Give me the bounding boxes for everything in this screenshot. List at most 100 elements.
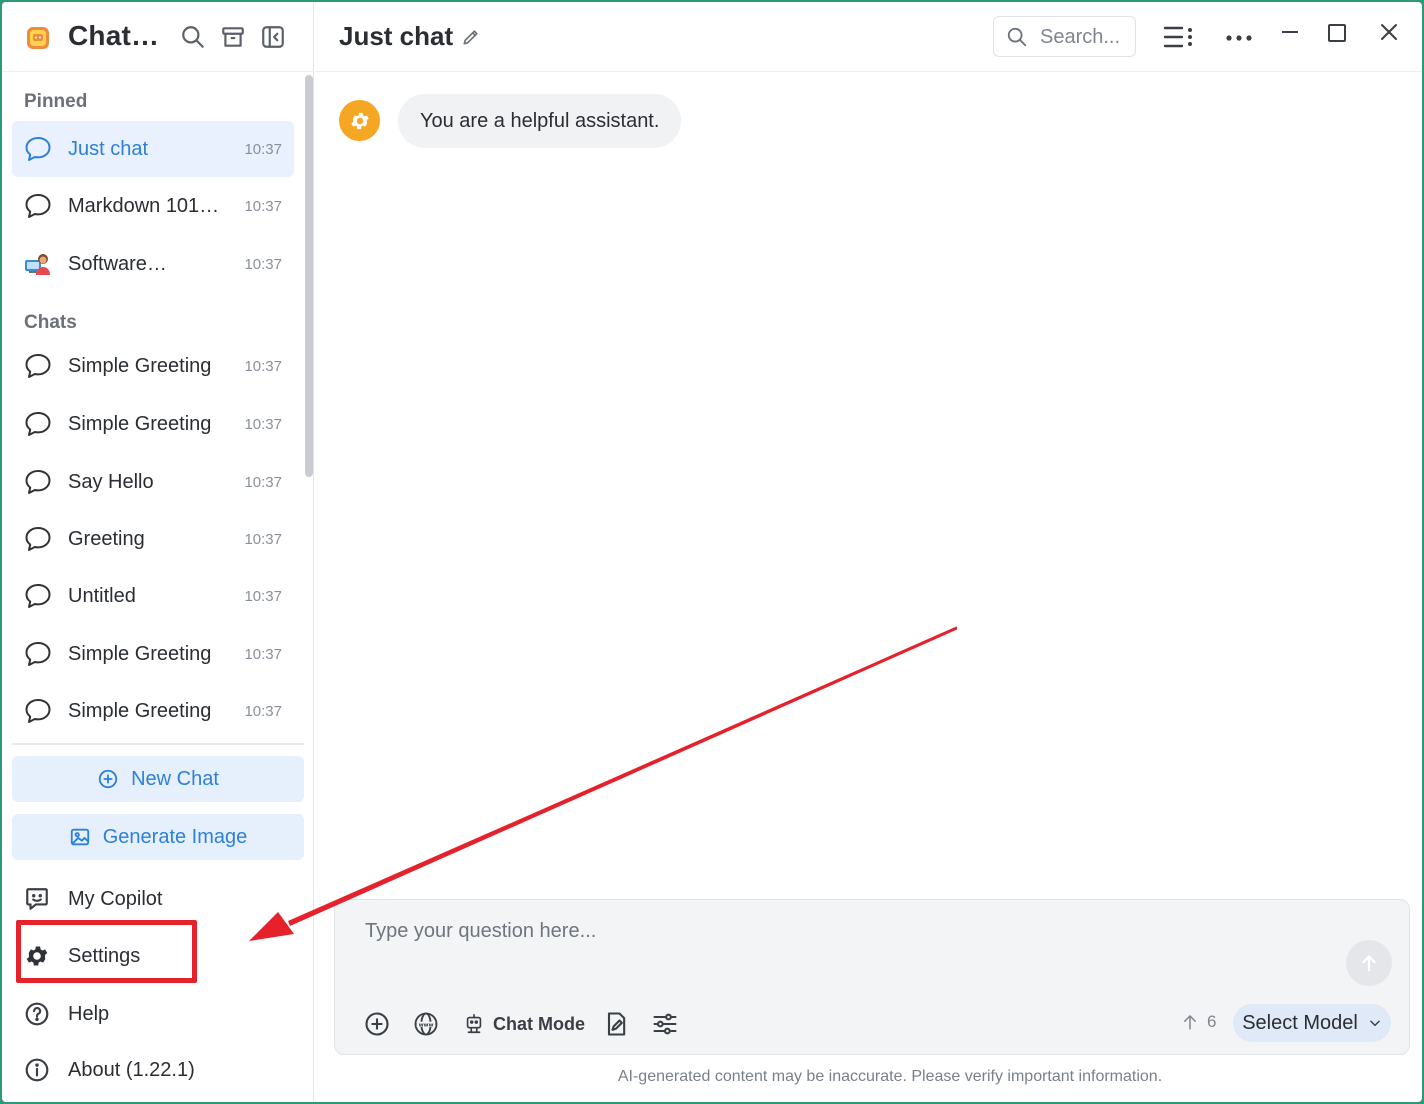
chat-item-label: Markdown 101… — [68, 195, 220, 217]
close-icon[interactable] — [1373, 18, 1405, 48]
plus-circle-icon — [98, 769, 118, 789]
search-icon[interactable] — [180, 24, 206, 50]
message-composer: www Chat Mode 6 — [334, 899, 1410, 1055]
more-options-icon[interactable] — [1223, 22, 1255, 52]
web-browsing-icon[interactable]: www — [412, 1010, 440, 1038]
image-icon — [70, 828, 89, 846]
app-window: Chat… Pinned Just chat 10:37 Markdown 10… — [2, 2, 1422, 1102]
chat-bubble-icon — [25, 354, 51, 378]
chat-bubble-icon — [25, 470, 51, 494]
chats-section-label: Chats — [24, 312, 77, 333]
app-title: Chat… — [68, 20, 160, 51]
copilot-icon — [26, 888, 48, 910]
chat-item[interactable]: Greeting 10:37 — [12, 511, 294, 567]
chat-item-label: Simple Greeting — [68, 413, 212, 435]
chat-item-label: Simple Greeting — [68, 355, 212, 377]
settings-label: Settings — [68, 945, 141, 967]
system-message: You are a helpful assistant. — [398, 94, 682, 148]
info-icon — [25, 1058, 49, 1082]
context-count: 6 — [1181, 1012, 1216, 1032]
chat-header: Just chat — [315, 2, 1422, 72]
select-model-button[interactable]: Select Model — [1233, 1004, 1391, 1042]
chat-item[interactable]: Simple Greeting 10:37 — [12, 683, 294, 739]
chat-bubble-icon — [25, 642, 51, 666]
sliders-icon[interactable] — [651, 1010, 679, 1038]
robot-icon — [466, 1014, 482, 1034]
minimize-icon[interactable] — [1274, 18, 1306, 48]
chat-item-label: Greeting — [68, 528, 145, 550]
settings-item[interactable]: Settings — [12, 931, 304, 981]
context-count-value: 6 — [1207, 1012, 1217, 1031]
question-input[interactable] — [365, 920, 1325, 980]
chat-mode-button[interactable]: Chat Mode — [463, 1010, 585, 1038]
chat-item-time: 10:37 — [244, 416, 282, 433]
chat-item-label: Just chat — [68, 138, 149, 160]
help-item[interactable]: Help — [12, 989, 304, 1039]
chat-item[interactable]: Simple Greeting 10:37 — [12, 338, 294, 394]
chat-item-time: 10:37 — [244, 588, 282, 605]
ai-disclaimer: AI-generated content may be inaccurate. … — [617, 1068, 1163, 1085]
sidebar: Chat… Pinned Just chat 10:37 Markdown 10… — [2, 2, 314, 1102]
pencil-icon[interactable] — [461, 27, 481, 47]
maximize-icon[interactable] — [1321, 18, 1353, 48]
pinned-item-markdown[interactable]: Markdown 101… 10:37 — [12, 178, 294, 234]
archive-icon[interactable] — [220, 24, 246, 50]
pinned-section-label: Pinned — [24, 91, 88, 112]
chat-item-label: Simple Greeting — [68, 700, 212, 722]
chat-bubble-icon — [25, 584, 51, 608]
attach-plus-icon[interactable] — [363, 1010, 391, 1038]
pinned-item-software[interactable]: Software… 10:37 — [12, 236, 294, 292]
svg-text:www: www — [419, 1022, 434, 1028]
system-avatar — [339, 100, 380, 141]
chat-item-time: 10:37 — [244, 703, 282, 720]
chat-item[interactable]: Say Hello 10:37 — [12, 454, 294, 510]
chat-item-time: 10:37 — [244, 198, 282, 215]
sidebar-header: Chat… — [2, 2, 314, 72]
chat-item-time: 10:37 — [244, 646, 282, 663]
chevron-down-icon — [1370, 1020, 1380, 1027]
send-button[interactable] — [1346, 940, 1392, 986]
search-icon — [1007, 27, 1027, 47]
sidebar-divider — [12, 743, 304, 745]
chat-item-time: 10:37 — [244, 141, 282, 158]
search-input[interactable] — [1040, 24, 1132, 50]
chat-item[interactable]: Untitled 10:37 — [12, 568, 294, 624]
chat-bubble-icon — [25, 137, 51, 161]
chat-panel: Just chat Search... You are a helpful as… — [315, 2, 1422, 1102]
new-chat-label: New Chat — [131, 767, 219, 790]
arrow-up-icon — [1362, 955, 1376, 972]
chat-item[interactable]: Simple Greeting 10:37 — [12, 396, 294, 452]
pinned-item-just-chat[interactable]: Just chat 10:37 — [12, 121, 294, 177]
chat-item-time: 10:37 — [244, 358, 282, 375]
chat-mode-label: Chat Mode — [493, 1013, 585, 1034]
app-logo-icon — [27, 27, 49, 49]
generate-image-label: Generate Image — [102, 825, 248, 848]
select-model-label: Select Model — [1242, 1011, 1358, 1034]
chat-bubble-icon — [25, 699, 51, 723]
chat-list[interactable]: Pinned Just chat 10:37 Markdown 101… 10:… — [2, 73, 314, 741]
help-label: Help — [68, 1003, 110, 1025]
document-edit-icon[interactable] — [602, 1010, 630, 1038]
message-list-icon[interactable] — [1162, 22, 1194, 52]
chat-item-label: Software… — [68, 253, 167, 275]
chat-item-time: 10:37 — [244, 256, 282, 273]
new-chat-button[interactable]: New Chat — [12, 756, 304, 802]
about-item[interactable]: About (1.22.1) — [12, 1045, 304, 1095]
developer-avatar-icon — [25, 254, 50, 275]
chat-bubble-icon — [25, 194, 51, 218]
chat-item-label: Say Hello — [68, 471, 154, 493]
gear-icon — [350, 112, 369, 129]
chat-bubble-icon — [25, 527, 51, 551]
gear-icon — [26, 946, 48, 966]
chat-item[interactable]: Simple Greeting 10:37 — [12, 626, 294, 682]
sidebar-scrollbar[interactable] — [305, 75, 313, 477]
chat-title: Just chat — [339, 21, 454, 51]
chat-item-time: 10:37 — [244, 474, 282, 491]
about-label: About (1.22.1) — [68, 1059, 195, 1081]
my-copilot-item[interactable]: My Copilot — [12, 874, 304, 924]
chat-item-label: Untitled — [68, 585, 136, 607]
generate-image-button[interactable]: Generate Image — [12, 814, 304, 860]
chat-item-time: 10:37 — [244, 531, 282, 548]
search-box[interactable] — [993, 16, 1136, 57]
collapse-sidebar-icon[interactable] — [260, 24, 286, 50]
